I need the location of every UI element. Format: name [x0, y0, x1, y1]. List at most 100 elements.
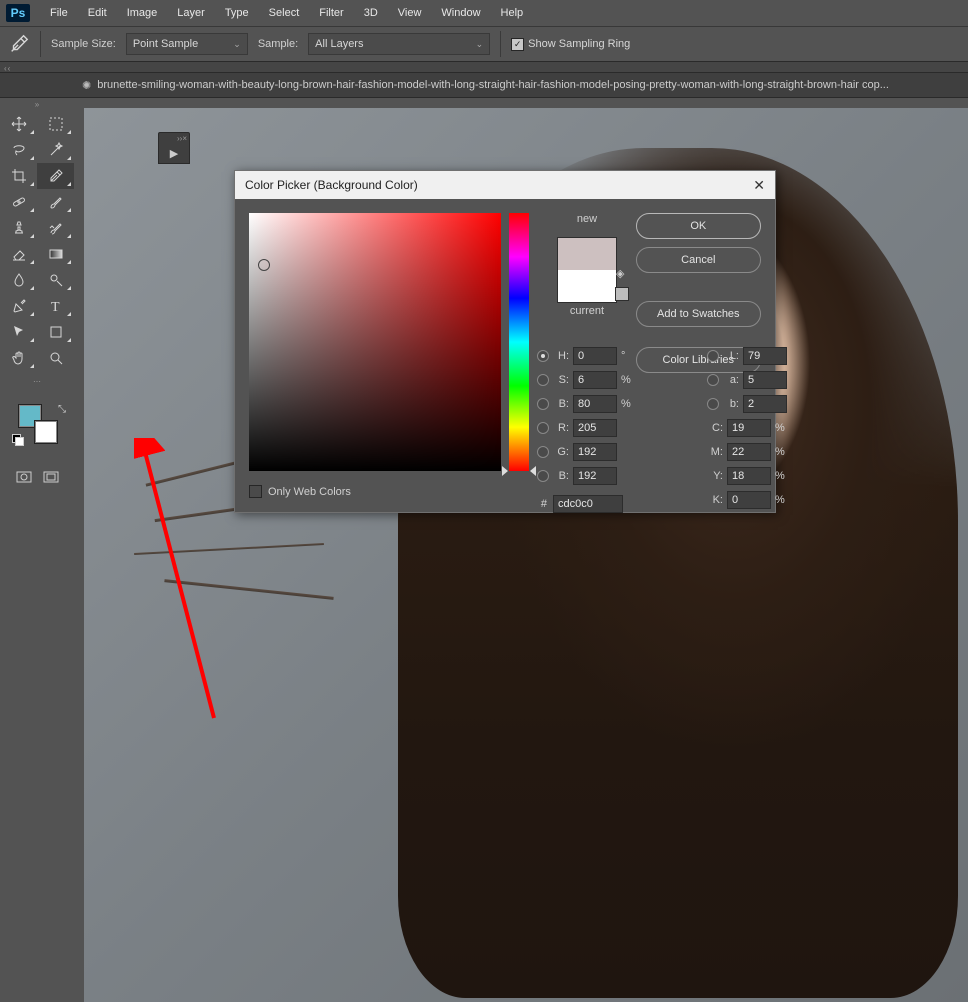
document-tabbar: ✺ brunette-smiling-woman-with-beauty-lon…: [0, 73, 968, 98]
m-input[interactable]: [727, 443, 771, 461]
menu-view[interactable]: View: [388, 7, 432, 19]
hex-input[interactable]: [553, 495, 623, 513]
zoom-tool[interactable]: [37, 345, 74, 371]
dialog-titlebar[interactable]: Color Picker (Background Color) ✕: [235, 171, 775, 199]
toolbox: » T ⋯ ⤡: [0, 98, 75, 1002]
hue-slider[interactable]: [509, 213, 529, 471]
new-label: new: [577, 213, 597, 225]
pen-tool[interactable]: [0, 293, 37, 319]
bv-input[interactable]: [573, 395, 617, 413]
sample-size-combo[interactable]: Point Sample⌄: [126, 33, 248, 55]
a-radio[interactable]: [707, 374, 719, 386]
path-selection-tool[interactable]: [0, 319, 37, 345]
dialog-title: Color Picker (Background Color): [245, 178, 418, 192]
lasso-tool[interactable]: [0, 137, 37, 163]
play-icon[interactable]: ▶: [159, 143, 189, 163]
sample-size-label: Sample Size:: [51, 38, 116, 50]
swap-colors-icon[interactable]: ⤡: [58, 404, 66, 415]
gamut-warning-icon[interactable]: ◈: [616, 267, 628, 279]
add-to-swatches-button[interactable]: Add to Swatches: [636, 301, 761, 327]
menu-help[interactable]: Help: [491, 7, 534, 19]
cancel-button[interactable]: Cancel: [636, 247, 761, 273]
chevron-down-icon: ⌄: [476, 39, 484, 50]
color-picker-dialog: Color Picker (Background Color) ✕ Only W…: [234, 170, 776, 513]
gradient-tool[interactable]: [37, 241, 74, 267]
menu-image[interactable]: Image: [117, 7, 168, 19]
k-input[interactable]: [727, 491, 771, 509]
new-color-swatch: [558, 238, 616, 270]
menubar: Ps File Edit Image Layer Type Select Fil…: [0, 0, 968, 26]
eyedropper-icon[interactable]: [8, 33, 30, 55]
menu-edit[interactable]: Edit: [78, 7, 117, 19]
chevron-down-icon: ⌄: [233, 39, 241, 50]
menu-file[interactable]: File: [40, 7, 78, 19]
menu-filter[interactable]: Filter: [309, 7, 353, 19]
s-input[interactable]: [573, 371, 617, 389]
only-web-colors-checkbox[interactable]: Only Web Colors: [249, 485, 538, 498]
current-label: current: [570, 305, 604, 317]
color-fields: H:° L: S:% a: B:% b: R: C:% G: M:% B: Y:…: [537, 345, 921, 515]
menu-select[interactable]: Select: [259, 7, 310, 19]
document-tab[interactable]: brunette-smiling-woman-with-beauty-long-…: [97, 79, 889, 91]
s-radio[interactable]: [537, 374, 549, 386]
marquee-tool[interactable]: [37, 111, 74, 137]
canvas[interactable]: ›› × ▶ Color Picker (Background Color) ✕: [74, 98, 968, 1002]
type-tool[interactable]: T: [37, 293, 74, 319]
eraser-tool[interactable]: [0, 241, 37, 267]
dodge-tool[interactable]: [37, 267, 74, 293]
sample-combo[interactable]: All Layers⌄: [308, 33, 490, 55]
bc-radio[interactable]: [537, 470, 549, 482]
panel-collapse-strip[interactable]: ‹‹: [0, 62, 968, 73]
divider: [40, 31, 41, 57]
svg-text:T: T: [51, 300, 60, 314]
actions-mini-panel[interactable]: ›› × ▶: [158, 132, 190, 164]
show-sampling-ring-checkbox[interactable]: ✓Show Sampling Ring: [511, 38, 630, 51]
menu-window[interactable]: Window: [431, 7, 490, 19]
background-color[interactable]: [34, 420, 58, 444]
eyedropper-tool[interactable]: [37, 163, 74, 189]
close-icon[interactable]: ×: [182, 134, 187, 143]
crop-tool[interactable]: [0, 163, 37, 189]
hand-tool[interactable]: [0, 345, 37, 371]
menu-type[interactable]: Type: [215, 7, 259, 19]
r-radio[interactable]: [537, 422, 549, 434]
b-radio[interactable]: [707, 398, 719, 410]
brush-tool[interactable]: [37, 189, 74, 215]
sv-indicator[interactable]: [258, 259, 270, 271]
menu-layer[interactable]: Layer: [167, 7, 215, 19]
current-color-swatch: [558, 270, 616, 302]
close-icon[interactable]: ✕: [753, 177, 765, 194]
healing-brush-tool[interactable]: [0, 189, 37, 215]
h-input[interactable]: [573, 347, 617, 365]
options-bar: Sample Size: Point Sample⌄ Sample: All L…: [0, 26, 968, 62]
default-colors-icon[interactable]: [12, 434, 22, 444]
menu-3d[interactable]: 3D: [354, 7, 388, 19]
blur-tool[interactable]: [0, 267, 37, 293]
g-radio[interactable]: [537, 446, 549, 458]
a-input[interactable]: [743, 371, 787, 389]
b-input[interactable]: [743, 395, 787, 413]
ok-button[interactable]: OK: [636, 213, 761, 239]
color-swatches: ⤡: [0, 400, 74, 464]
c-input[interactable]: [727, 419, 771, 437]
h-radio[interactable]: [537, 350, 549, 362]
quick-mask-icon[interactable]: [15, 470, 33, 484]
move-tool[interactable]: [0, 111, 37, 137]
r-input[interactable]: [573, 419, 617, 437]
screen-mode-icon[interactable]: [42, 470, 60, 484]
new-current-preview[interactable]: [557, 237, 617, 303]
l-radio[interactable]: [707, 350, 719, 362]
saturation-value-field[interactable]: [249, 213, 501, 471]
l-input[interactable]: [743, 347, 787, 365]
bc-input[interactable]: [573, 467, 617, 485]
magic-wand-tool[interactable]: [37, 137, 74, 163]
clone-stamp-tool[interactable]: [0, 215, 37, 241]
g-input[interactable]: [573, 443, 617, 461]
history-brush-tool[interactable]: [37, 215, 74, 241]
bv-radio[interactable]: [537, 398, 549, 410]
y-input[interactable]: [727, 467, 771, 485]
sample-label: Sample:: [258, 38, 298, 50]
shape-tool[interactable]: [37, 319, 74, 345]
divider: [500, 31, 501, 57]
gamut-swatch[interactable]: [615, 287, 629, 301]
